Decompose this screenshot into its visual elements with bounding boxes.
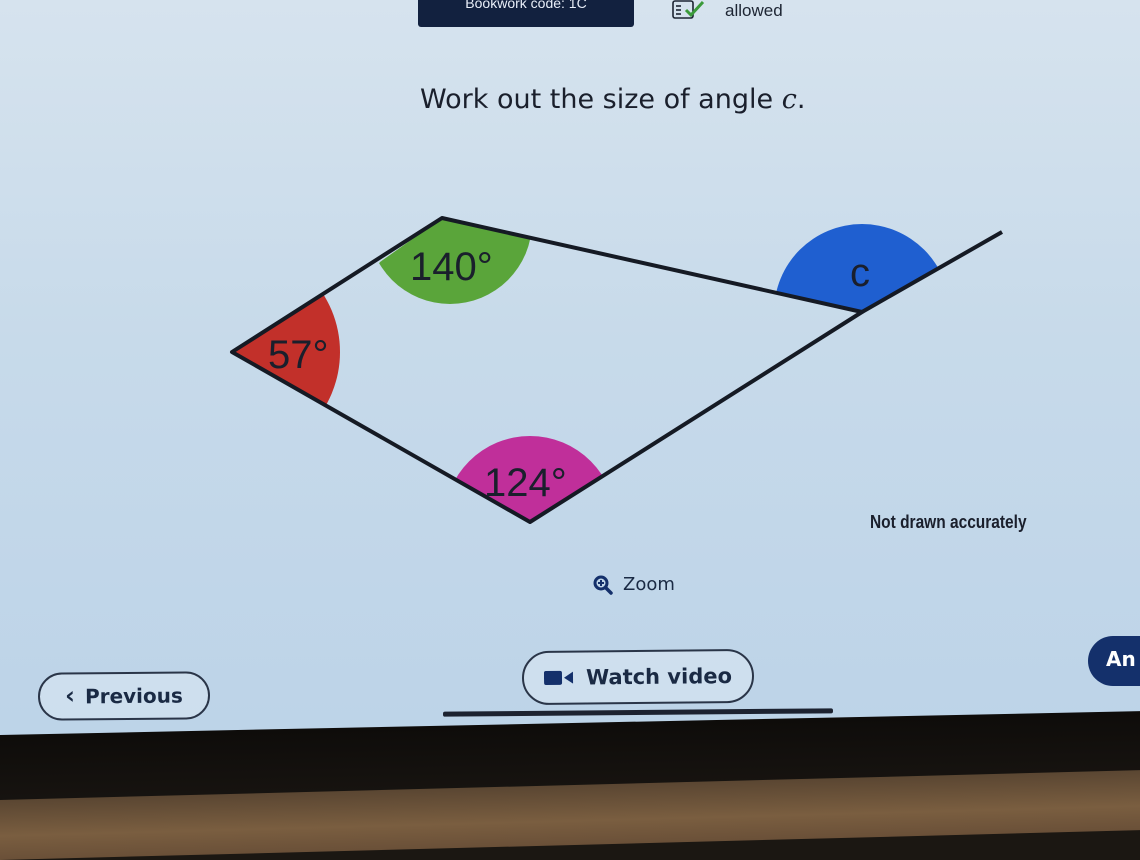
watch-video-label: Watch video [585,664,733,690]
previous-button[interactable]: ‹ Previous [37,671,211,721]
chevron-left-icon: ‹ [64,681,76,710]
watch-video-button[interactable]: Watch video [521,648,755,706]
answer-button[interactable]: An [1088,636,1140,686]
previous-label: Previous [84,683,183,709]
angle-label-124: 124° [484,461,567,505]
zoom-label: Zoom [623,574,675,595]
angle-label-140: 140° [410,245,493,289]
angle-label-57: 57° [268,333,329,377]
video-camera-icon [543,670,574,685]
zoom-button[interactable]: Zoom [593,574,675,595]
not-drawn-accurately-note: Not drawn accurately [870,512,1027,532]
angle-label-c: c [850,251,870,295]
angle-diagram: 140° 57° 124° c [230,216,1003,524]
magnifier-icon [593,575,613,595]
answer-label: An [1106,647,1136,671]
screen: Bookwork code: 1C allowed Work out the s… [0,0,1140,760]
